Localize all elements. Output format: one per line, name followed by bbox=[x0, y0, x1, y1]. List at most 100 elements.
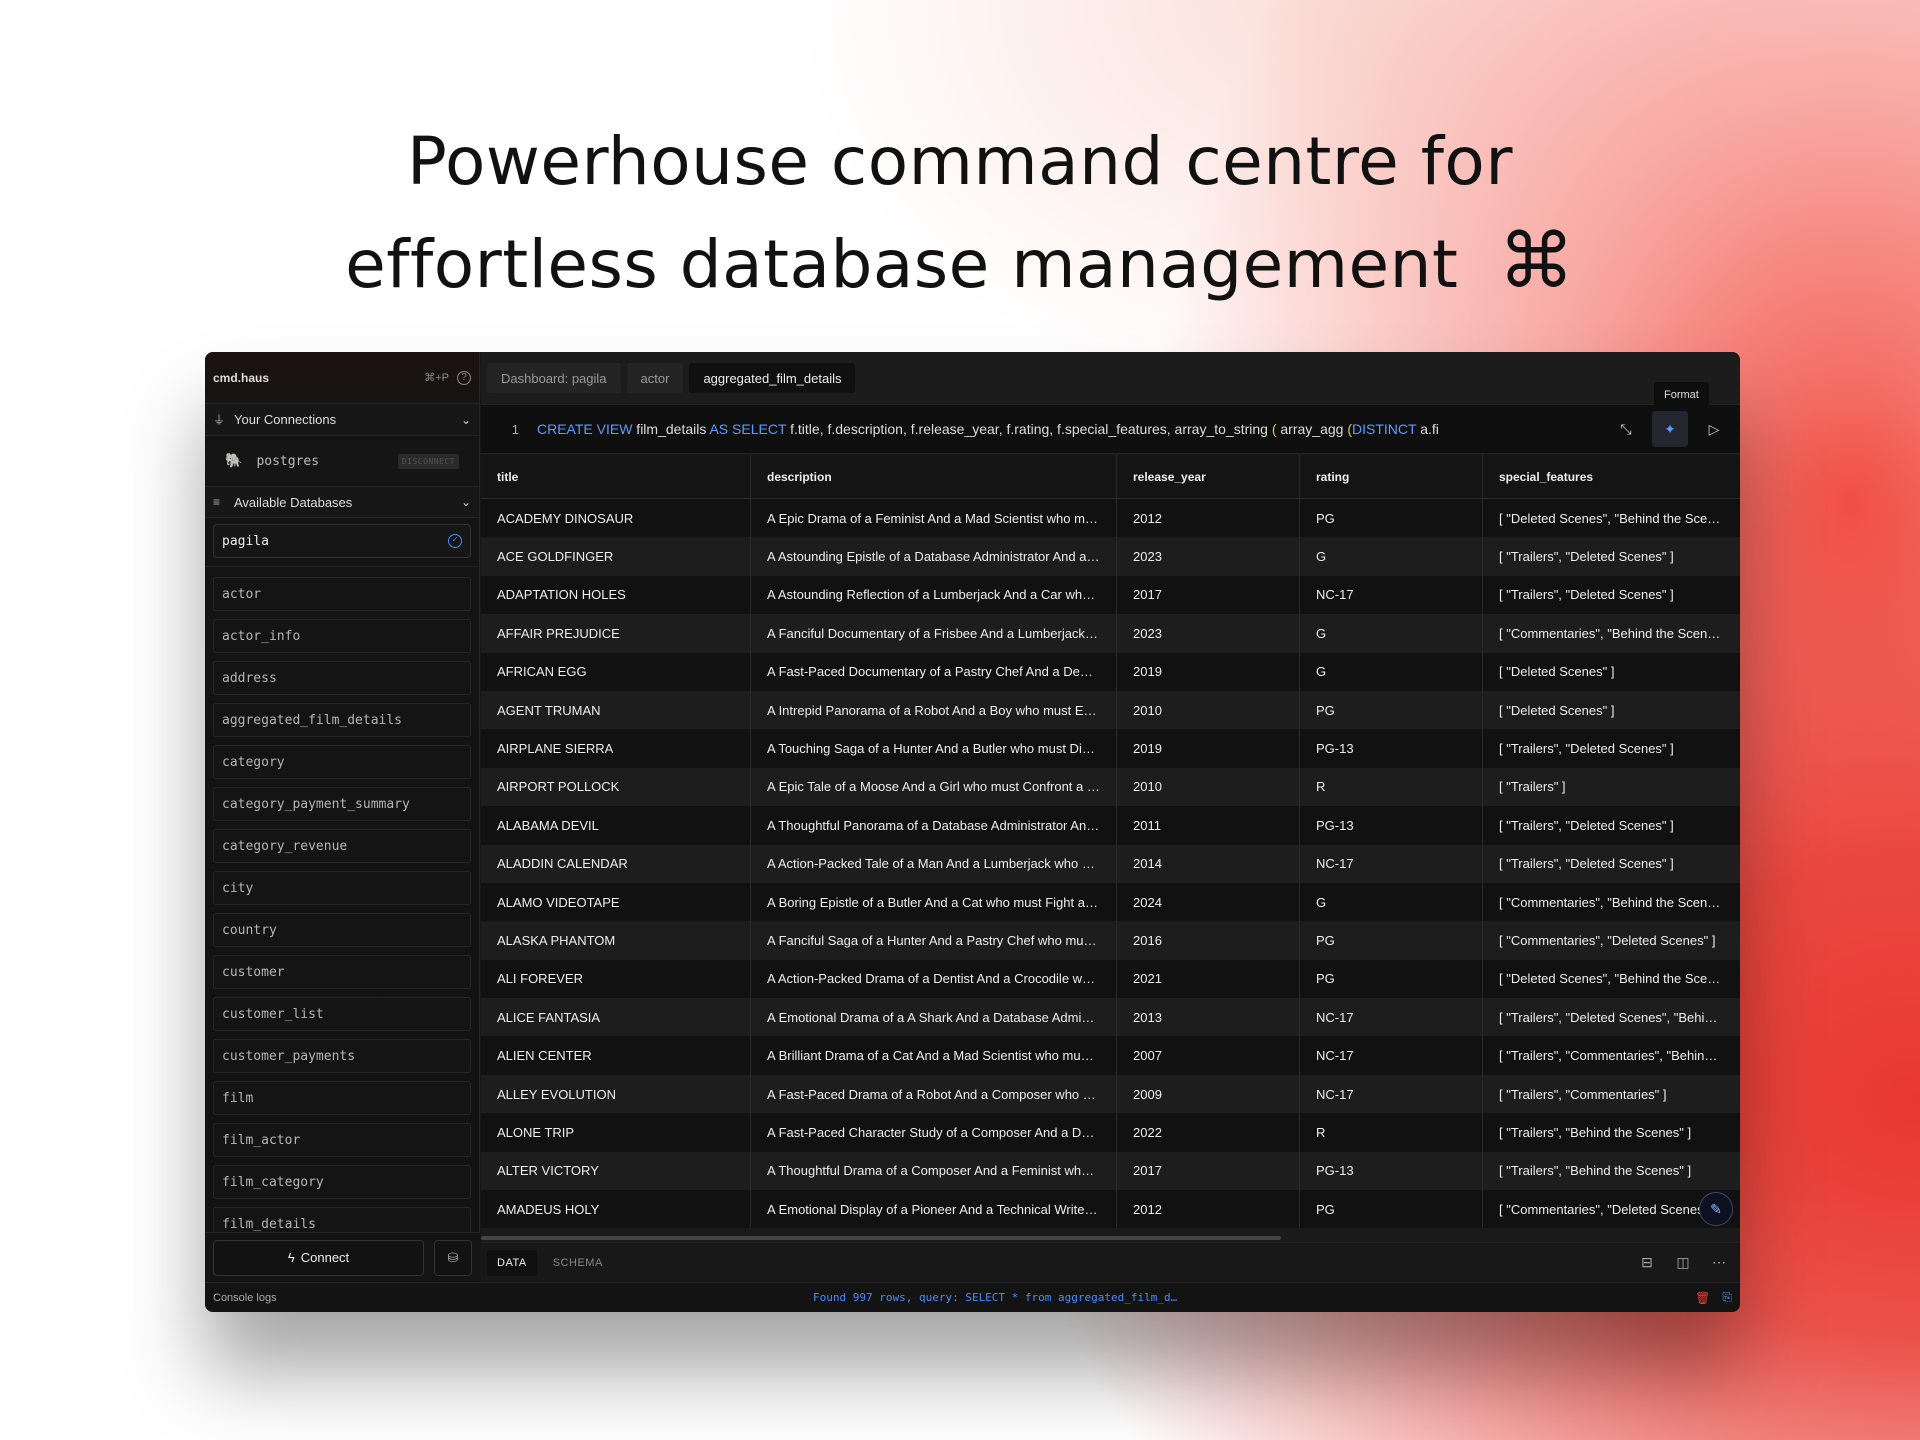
table-cell[interactable]: ALAMO VIDEOTAPE bbox=[481, 882, 751, 922]
sql-editor[interactable]: 1 CREATE VIEW film_details AS SELECT f.t… bbox=[481, 404, 1740, 454]
table-cell[interactable]: 2010 bbox=[1117, 690, 1300, 730]
table-cell[interactable]: [ "Trailers", "Deleted Scenes" ] bbox=[1483, 806, 1740, 844]
collapse-icon[interactable]: ⤡ bbox=[1608, 411, 1644, 447]
table-cell[interactable]: A Thoughtful Panorama of a Database Admi… bbox=[751, 806, 1117, 845]
table-cell[interactable]: A Astounding Epistle of a Database Admin… bbox=[751, 537, 1117, 576]
format-button[interactable]: ✦ bbox=[1652, 411, 1688, 447]
databases-header[interactable]: ≡ Available Databases ⌄ bbox=[205, 486, 479, 518]
table-cell[interactable]: AFRICAN EGG bbox=[481, 652, 751, 691]
table-cell[interactable]: [ "Trailers", "Commentaries" ] bbox=[1483, 1075, 1740, 1113]
table-cell[interactable]: [ "Commentaries", "Behind the Scenes" ] bbox=[1483, 614, 1740, 652]
table-cell[interactable]: AGENT TRUMAN bbox=[481, 690, 751, 730]
table-cell[interactable]: 2023 bbox=[1117, 537, 1300, 576]
table-cell[interactable]: [ "Deleted Scenes" ] bbox=[1483, 691, 1740, 729]
table-row[interactable]: ADAPTATION HOLES A Astounding Reflection … bbox=[481, 575, 1740, 615]
table-item[interactable]: category bbox=[213, 745, 471, 779]
table-cell[interactable]: G bbox=[1300, 614, 1483, 653]
table-item[interactable]: city bbox=[213, 871, 471, 905]
table-row[interactable]: AIRPLANE SIERRA A Touching Saga of a Hunt… bbox=[481, 729, 1740, 768]
table-cell[interactable]: [ "Trailers", "Deleted Scenes", "Behind … bbox=[1483, 998, 1740, 1036]
table-cell[interactable]: 2014 bbox=[1117, 844, 1300, 883]
table-cell[interactable]: AFFAIR PREJUDICE bbox=[481, 614, 751, 653]
connect-button[interactable]: ϟ Connect bbox=[213, 1239, 424, 1276]
table-cell[interactable]: [ "Trailers", "Deleted Scenes" ] bbox=[1483, 845, 1740, 883]
command-palette-shortcut[interactable]: ⌘+P bbox=[424, 371, 449, 384]
table-item[interactable]: customer_list bbox=[213, 997, 471, 1031]
table-cell[interactable]: A Emotional Drama of a A Shark And a Dat… bbox=[751, 998, 1117, 1037]
connection-item[interactable]: 🐘 postgres DISCONNECT bbox=[213, 444, 471, 478]
split-vertical-icon[interactable]: ◫ bbox=[1668, 1254, 1698, 1271]
table-cell[interactable]: ALLEY EVOLUTION bbox=[481, 1074, 751, 1114]
table-cell[interactable]: [ "Commentaries", "Deleted Scenes" ] bbox=[1483, 921, 1740, 959]
split-horizontal-icon[interactable]: ⊟ bbox=[1632, 1254, 1662, 1271]
table-item[interactable]: film_actor bbox=[213, 1123, 471, 1157]
column-header[interactable]: title▽ bbox=[481, 455, 751, 498]
table-row[interactable]: ALAMO VIDEOTAPE A Boring Epistle of a But… bbox=[481, 882, 1740, 922]
table-cell[interactable]: PG bbox=[1300, 690, 1483, 730]
table-cell[interactable]: ALIEN CENTER bbox=[481, 1036, 751, 1075]
table-item[interactable]: film_category bbox=[213, 1165, 471, 1199]
table-row[interactable]: ALABAMA DEVIL A Thoughtful Panorama of a … bbox=[481, 806, 1740, 845]
table-cell[interactable]: A Action-Packed Drama of a Dentist And a… bbox=[751, 959, 1117, 999]
table-cell[interactable]: 2017 bbox=[1117, 1151, 1300, 1191]
help-icon[interactable]: ? bbox=[457, 370, 471, 385]
table-row[interactable]: ALLEY EVOLUTION A Fast-Paced Drama of a R… bbox=[481, 1074, 1740, 1114]
table-item[interactable]: actor bbox=[213, 577, 471, 611]
table-cell[interactable]: R bbox=[1300, 767, 1483, 807]
table-row[interactable]: AFRICAN EGG A Fast-Paced Documentary of a… bbox=[481, 652, 1740, 691]
table-cell[interactable]: NC-17 bbox=[1300, 844, 1483, 883]
table-cell[interactable]: ALASKA PHANTOM bbox=[481, 921, 751, 960]
disconnect-button[interactable]: DISCONNECT bbox=[397, 453, 459, 469]
table-cell[interactable]: NC-17 bbox=[1300, 575, 1483, 615]
table-cell[interactable]: A Fast-Paced Documentary of a Pastry Che… bbox=[751, 652, 1117, 691]
table-cell[interactable]: ALICE FANTASIA bbox=[481, 998, 751, 1037]
table-cell[interactable]: A Boring Epistle of a Butler And a Cat w… bbox=[751, 882, 1117, 922]
table-row[interactable]: ACE GOLDFINGER A Astounding Epistle of a … bbox=[481, 537, 1740, 576]
table-cell[interactable]: A Touching Saga of a Hunter And a Butler… bbox=[751, 729, 1117, 768]
table-cell[interactable]: [ "Trailers", "Behind the Scenes" ] bbox=[1483, 1152, 1740, 1190]
table-cell[interactable]: ADAPTATION HOLES bbox=[481, 575, 751, 615]
table-cell[interactable]: A Astounding Reflection of a Lumberjack … bbox=[751, 575, 1117, 615]
sql-code[interactable]: CREATE VIEW film_details AS SELECT f.tit… bbox=[537, 421, 1608, 437]
connections-header[interactable]: ⏚ Your Connections ⌄ bbox=[205, 404, 479, 436]
table-cell[interactable]: [ "Trailers", "Deleted Scenes" ] bbox=[1483, 576, 1740, 614]
database-select[interactable]: pagila ✓ bbox=[213, 524, 471, 558]
table-cell[interactable]: ALI FOREVER bbox=[481, 959, 751, 999]
table-cell[interactable]: 2022 bbox=[1117, 1113, 1300, 1152]
table-cell[interactable]: A Fanciful Saga of a Hunter And a Pastry… bbox=[751, 921, 1117, 960]
table-cell[interactable]: 2007 bbox=[1117, 1036, 1300, 1075]
table-cell[interactable]: [ "Trailers", "Deleted Scenes" ] bbox=[1483, 537, 1740, 575]
table-row[interactable]: ALICE FANTASIA A Emotional Drama of a A S… bbox=[481, 998, 1740, 1037]
table-cell[interactable]: [ "Deleted Scenes", "Behind the Scenes" … bbox=[1483, 499, 1740, 537]
table-cell[interactable]: A Epic Drama of a Feminist And a Mad Sci… bbox=[751, 499, 1117, 538]
ai-assist-button[interactable]: ✎ bbox=[1699, 1192, 1733, 1226]
table-item[interactable]: address bbox=[213, 661, 471, 695]
table-cell[interactable]: NC-17 bbox=[1300, 1036, 1483, 1075]
table-cell[interactable]: [ "Trailers", "Commentaries", "Behind th… bbox=[1483, 1036, 1740, 1074]
table-row[interactable]: ALTER VICTORY A Thoughtful Drama of a Com… bbox=[481, 1151, 1740, 1191]
chevron-down-icon[interactable]: ⌄ bbox=[461, 495, 471, 509]
table-cell[interactable]: PG-13 bbox=[1300, 806, 1483, 845]
table-item[interactable]: film bbox=[213, 1081, 471, 1115]
table-cell[interactable]: A Emotional Display of a Pioneer And a T… bbox=[751, 1190, 1117, 1229]
table-cell[interactable]: ALADDIN CALENDAR bbox=[481, 844, 751, 883]
table-item[interactable]: customer_payments bbox=[213, 1039, 471, 1073]
table-row[interactable]: AFFAIR PREJUDICE A Fanciful Documentary o… bbox=[481, 614, 1740, 653]
table-item[interactable]: aggregated_film_details bbox=[213, 703, 471, 737]
table-cell[interactable]: 2011 bbox=[1117, 806, 1300, 845]
table-cell[interactable]: G bbox=[1300, 652, 1483, 691]
table-cell[interactable]: ALABAMA DEVIL bbox=[481, 806, 751, 845]
result-tab-1[interactable]: SCHEMA bbox=[543, 1250, 613, 1276]
table-row[interactable]: AMADEUS HOLY A Emotional Display of a Pio… bbox=[481, 1190, 1740, 1229]
table-cell[interactable]: 2021 bbox=[1117, 959, 1300, 999]
table-cell[interactable]: [ "Deleted Scenes", "Behind the Scenes" … bbox=[1483, 960, 1740, 998]
table-cell[interactable]: 2009 bbox=[1117, 1074, 1300, 1114]
table-cell[interactable]: A Fast-Paced Drama of a Robot And a Comp… bbox=[751, 1074, 1117, 1114]
table-row[interactable]: ACADEMY DINOSAUR A Epic Drama of a Femini… bbox=[481, 499, 1740, 538]
table-cell[interactable]: A Thoughtful Drama of a Composer And a F… bbox=[751, 1151, 1117, 1191]
table-cell[interactable]: PG bbox=[1300, 921, 1483, 960]
table-cell[interactable]: A Action-Packed Tale of a Man And a Lumb… bbox=[751, 844, 1117, 883]
table-row[interactable]: AGENT TRUMAN A Intrepid Panorama of a Rob… bbox=[481, 690, 1740, 730]
scrollbar-thumb[interactable] bbox=[481, 1236, 1281, 1240]
table-cell[interactable]: A Epic Tale of a Moose And a Girl who mu… bbox=[751, 767, 1117, 807]
